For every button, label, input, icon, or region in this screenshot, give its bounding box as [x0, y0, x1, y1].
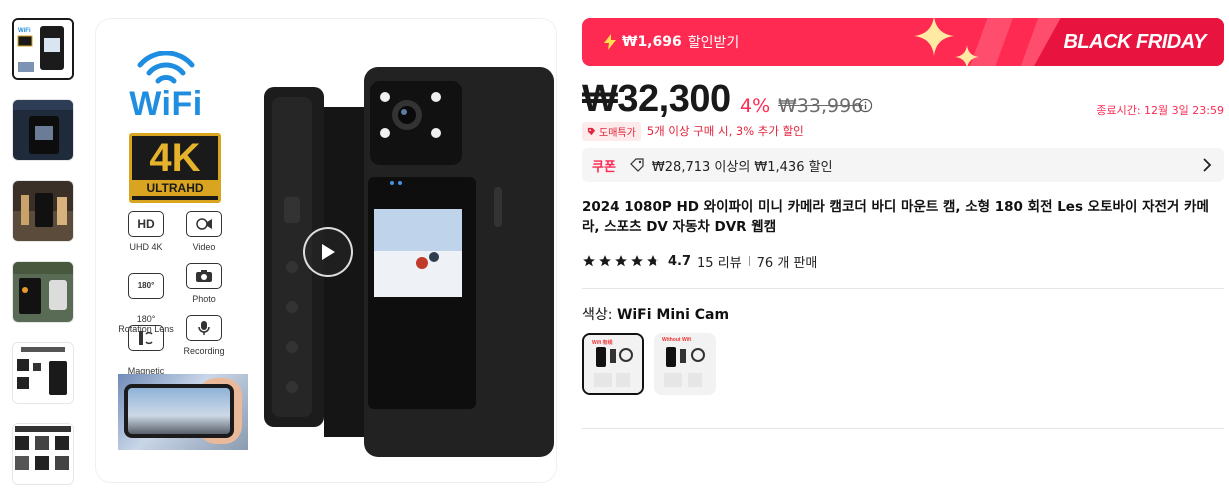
sold-count: 76 개 판매: [756, 255, 818, 271]
feature-photo-label: Photo: [192, 294, 216, 304]
thumbnail-3[interactable]: [12, 180, 74, 242]
main-product-image[interactable]: WiFi 4K ULTRAHD HD UHD 4K Video 180° 180…: [95, 18, 557, 483]
color-option-label: 색상: WiFi Mini Cam: [582, 304, 729, 324]
thumbnail-1[interactable]: WiFi: [12, 18, 74, 80]
price-row: ₩32,300 4% ₩33,996 종료시간: 12월 3일 23:59: [582, 78, 1224, 120]
coupon-text: ₩28,713 이상의 ₩1,436 할인: [651, 159, 833, 175]
feature-uhd: HD UHD 4K: [116, 211, 176, 252]
swatch-tag-wifi: Wifi 有线: [592, 340, 613, 346]
rotation-icon: 180°: [128, 273, 164, 299]
wholesale-badge-label: 도매특가: [599, 127, 636, 139]
current-price: ₩32,300: [582, 78, 731, 120]
mic-icon: [186, 315, 222, 341]
wifi-text: WiFi: [129, 85, 203, 123]
review-count[interactable]: 15 리뷰: [697, 252, 742, 271]
coupon-label: 쿠폰: [592, 159, 616, 175]
star-icon: [631, 255, 643, 267]
feature-video-label: Video: [192, 242, 216, 252]
feature-uhd-label: UHD 4K: [129, 242, 163, 252]
product-title: 2024 1080P HD 와이파이 미니 카메라 캠코더 바디 마운트 캠, …: [582, 199, 1209, 235]
original-price: ₩33,996: [778, 95, 864, 117]
coupon-bar[interactable]: 쿠폰 ₩28,713 이상의 ₩1,436 할인: [582, 148, 1224, 182]
thumbnail-2[interactable]: [12, 99, 74, 161]
sale-end-time: 종료시간: 12월 3일 23:59: [1096, 104, 1224, 117]
4k-text: 4K: [149, 136, 201, 180]
banner-discount: ₩1,696 할인받기: [604, 18, 739, 66]
coupon-tag-icon: [630, 158, 644, 172]
clip-icon: [128, 325, 164, 351]
star-icon: [599, 255, 611, 267]
thumbnail-2-image: [13, 100, 73, 160]
lightning-icon: [604, 34, 616, 50]
swatch-tag-no-wifi: Without Wifi: [662, 337, 692, 343]
color-swatch-wifi[interactable]: Wifi 有线: [582, 333, 644, 395]
thumbnail-4[interactable]: [12, 261, 74, 323]
banner-title: BLACK FRIDAY: [1063, 31, 1206, 53]
bulk-discount-text: 5개 이상 구매 시, 3% 추가 할인: [646, 124, 804, 138]
sparkle-icon: [914, 18, 954, 56]
black-friday-banner[interactable]: ₩1,696 할인받기 BLACK FRIDAY: [582, 18, 1224, 66]
tag-icon: [587, 127, 596, 135]
play-video-button[interactable]: [303, 227, 353, 277]
thumbnail-6-image: [13, 424, 73, 484]
feature-recording-label: Recording: [183, 346, 225, 356]
sparkle-small-icon: [955, 45, 979, 66]
wifi-icon: [137, 50, 195, 84]
separator: [748, 256, 750, 266]
thumbnail-5[interactable]: [12, 342, 74, 404]
star-icon: [583, 255, 595, 267]
camera-icon: [186, 263, 222, 289]
thumbnail-6[interactable]: [12, 423, 74, 485]
star-rating: [582, 254, 660, 268]
wholesale-badge: 도매특가: [582, 121, 641, 141]
feature-video: Video: [174, 211, 234, 252]
thumbnail-4-image: [13, 262, 73, 322]
bulk-discount-row: 도매특가 5개 이상 구매 시, 3% 추가 할인: [582, 121, 804, 141]
hd-icon: HD: [128, 211, 164, 237]
phone-preview-image: [118, 374, 248, 450]
thumbnail-3-image: [13, 181, 73, 241]
video-icon: [186, 211, 222, 237]
info-icon[interactable]: [858, 98, 873, 113]
divider: [582, 428, 1224, 429]
color-swatch-no-wifi[interactable]: Without Wifi: [654, 333, 716, 395]
feature-photo: Photo: [174, 263, 234, 304]
thumbnail-1-image: WiFi: [14, 20, 72, 78]
thumbnail-5-image: [13, 343, 73, 403]
play-icon: [322, 244, 335, 260]
color-selected-value: WiFi Mini Cam: [616, 307, 730, 323]
feature-recording: Recording: [174, 315, 234, 356]
discount-percent: 4%: [740, 95, 771, 117]
ultrahd-text: ULTRAHD: [132, 180, 218, 196]
banner-amount: ₩1,696: [622, 34, 682, 50]
chevron-right-icon[interactable]: [1202, 157, 1212, 173]
divider: [582, 288, 1224, 289]
4k-badge: 4K ULTRAHD: [129, 133, 221, 203]
thumbnail-list: WiFi: [12, 18, 78, 501]
wifi-logo: WiFi: [118, 50, 214, 124]
rating-row[interactable]: 4.7 15 리뷰 76 개 판매: [582, 252, 818, 271]
star-icon: [615, 255, 627, 267]
svg-text:WiFi: WiFi: [18, 28, 31, 34]
rating-value: 4.7: [668, 253, 692, 269]
banner-label: 할인받기: [687, 35, 740, 51]
star-partial-icon: [647, 255, 659, 267]
color-label-prefix: 색상:: [582, 307, 617, 323]
